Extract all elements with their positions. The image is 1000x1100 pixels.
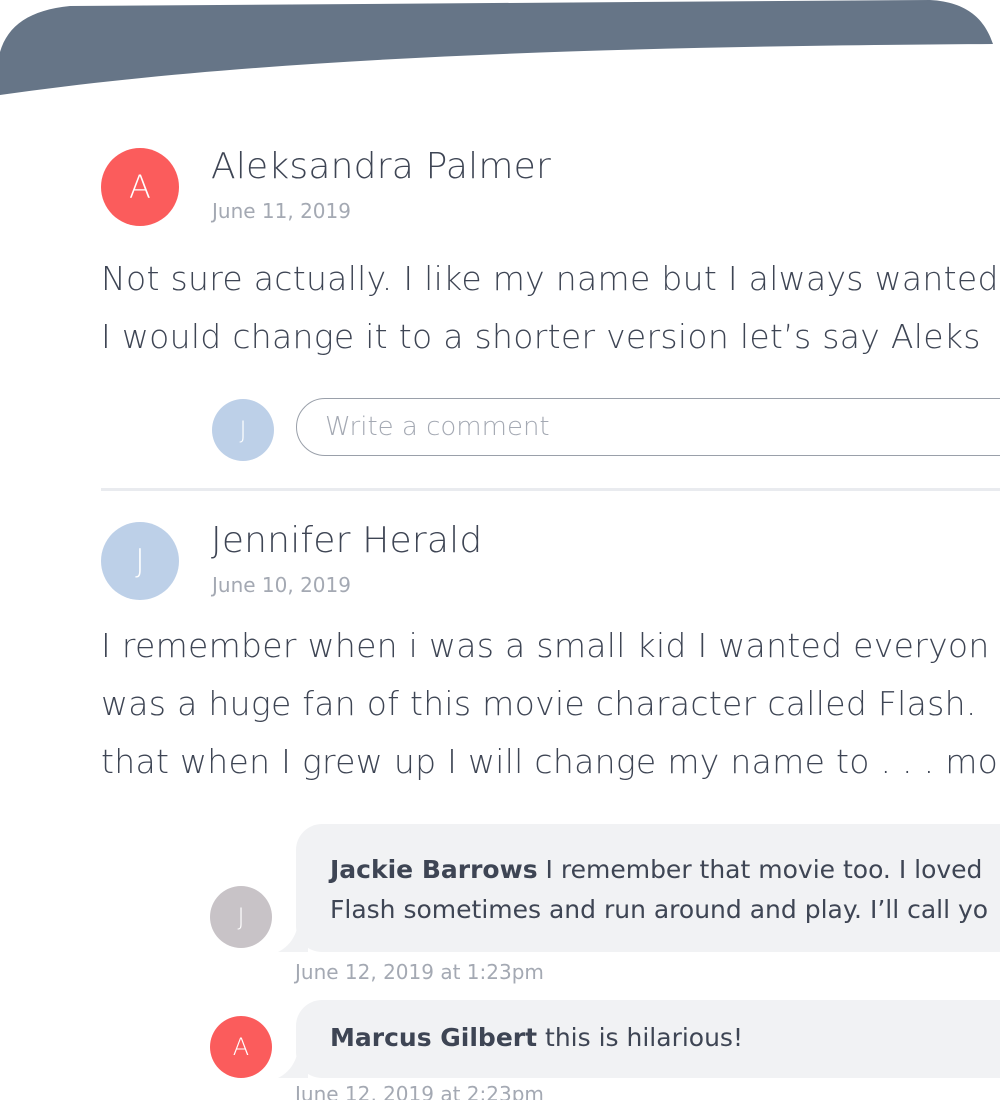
post-date: June 11, 2019 [212,199,351,223]
post-author-avatar[interactable]: A [101,148,179,226]
avatar-letter: J [237,903,245,931]
post-body-line: was a huge fan of this movie character c… [101,684,977,723]
avatar-letter: A [232,1033,250,1061]
reply-bubble: Marcus Gilbert this is hilarious! [278,1000,1000,1078]
post-body: I remember when i was a small kid I want… [101,617,998,791]
reply-bubble: Jackie Barrows I remember that movie too… [278,824,1000,952]
reply-author-name[interactable]: Marcus Gilbert [330,1023,537,1052]
reply-line: Marcus Gilbert this is hilarious! [330,1018,1000,1058]
reply-text: I remember that movie too. I loved [545,855,983,884]
post-divider [101,488,1000,491]
avatar-letter: J [239,416,247,444]
reply-line: Flash sometimes and run around and play.… [330,895,989,924]
header-wave-shape [0,0,993,95]
post-author-name[interactable]: Jennifer Herald [211,520,482,561]
avatar-letter: A [129,168,151,206]
write-comment-input[interactable] [296,398,1000,456]
reply-timestamp: June 12, 2019 at 2:23pm [295,1082,544,1100]
post-body-line: I would change it to a shorter version l… [101,317,981,356]
comments-page: A Aleksandra Palmer June 11, 2019 Not su… [0,0,1000,1100]
bubble-tail [278,1050,308,1078]
post-body-line: Not sure actually. I like my name but I … [101,259,999,298]
post-body: Not sure actually. I like my name but I … [101,250,999,366]
post-date: June 10, 2019 [212,573,351,597]
bubble-tail [278,924,308,952]
post-author-name[interactable]: Aleksandra Palmer [211,146,551,187]
reply-timestamp: June 12, 2019 at 1:23pm [295,960,544,984]
reply-text: this is hilarious! [545,1023,743,1052]
reply-author-name[interactable]: Jackie Barrows [330,855,538,884]
avatar-letter: J [135,542,145,580]
post-body-line: I remember when i was a small kid I want… [101,626,990,665]
reply-author-avatar[interactable]: J [210,886,272,948]
bubble-tail-shape [278,1050,308,1078]
current-user-avatar: J [212,399,274,461]
reply-line: Jackie Barrows I remember that movie too… [330,850,1000,890]
post-body-line: that when I grew up I will change my nam… [101,742,999,781]
bubble-tail-shape [278,924,308,952]
header-band [0,0,993,95]
post-author-avatar[interactable]: J [101,522,179,600]
reply-author-avatar[interactable]: A [210,1016,272,1078]
